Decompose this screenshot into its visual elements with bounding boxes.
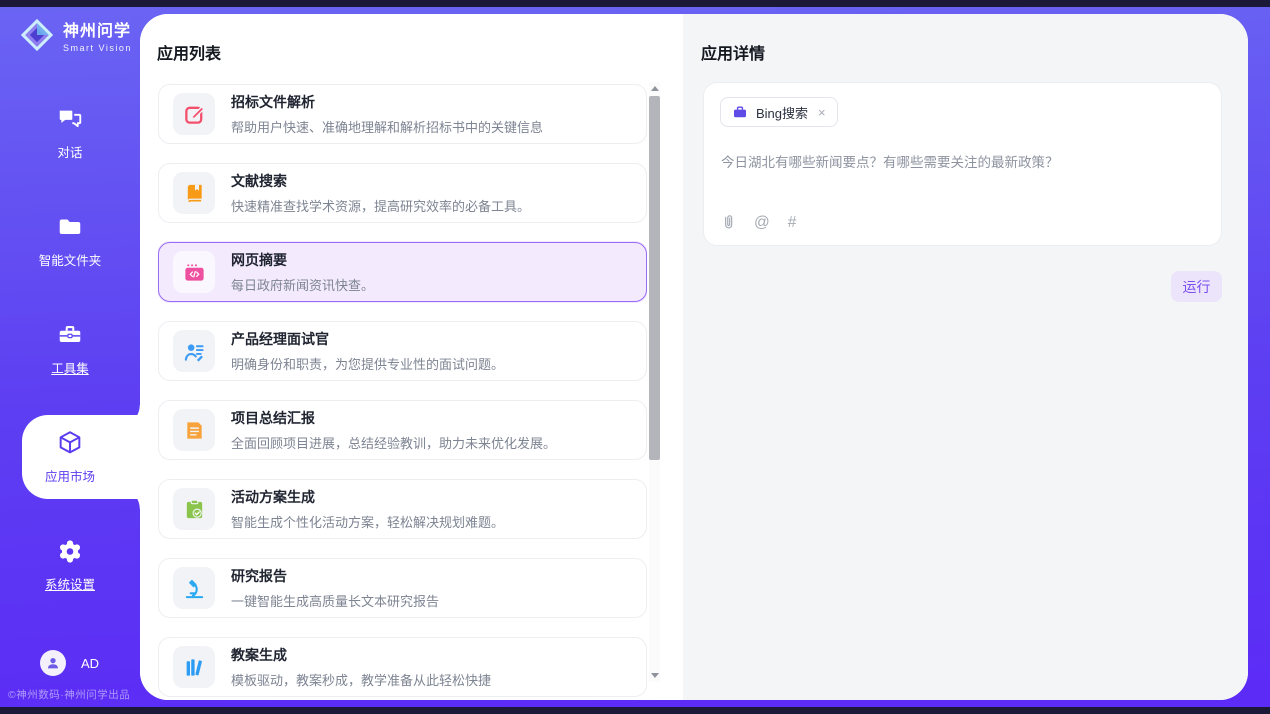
app-card-event-plan[interactable]: 活动方案生成 智能生成个性化活动方案，轻松解决规划难题。 [158, 479, 647, 539]
tag-close-icon[interactable]: × [816, 106, 826, 119]
sidebar-item-label: 工具集 [51, 358, 89, 377]
app-card-desc: 全面回顾项目进展，总结经验教训，助力未来优化发展。 [231, 433, 556, 452]
tool-tag-label: Bing搜索 [756, 103, 808, 122]
user-name: AD [81, 656, 99, 671]
app-card-desc: 快速精准查找学术资源，提高研究效率的必备工具。 [231, 196, 530, 215]
avatar [40, 650, 66, 676]
sidebar-item-chat[interactable]: 对话 [0, 79, 140, 187]
app-list-title: 应用列表 [157, 40, 221, 64]
run-button[interactable]: 运行 [1171, 271, 1222, 302]
paperclip-icon[interactable] [721, 214, 736, 232]
app-card-desc: 明确身份和职责，为您提供专业性的面试问题。 [231, 354, 504, 373]
chat-icon [56, 105, 84, 133]
clipboard-check-icon [173, 488, 215, 530]
cube-icon [56, 429, 84, 457]
briefcase-icon [732, 104, 748, 120]
app-card-web-summary[interactable]: 网页摘要 每日政府新闻资讯快查。 [158, 242, 647, 302]
book-icon [173, 172, 215, 214]
scroll-down-arrow-icon[interactable] [651, 673, 659, 678]
app-card-name: 研究报告 [231, 566, 439, 586]
brand-name: 神州问学 [63, 17, 132, 41]
user-account[interactable]: AD [40, 650, 99, 676]
browser-code-icon [173, 251, 215, 293]
sidebar-item-smart-folders[interactable]: 智能文件夹 [0, 187, 140, 295]
app-card-desc: 每日政府新闻资讯快查。 [231, 275, 374, 294]
app-card-list: 招标文件解析 帮助用户快速、准确地理解和解析招标书中的关键信息 文献搜索 快速精… [158, 84, 647, 700]
sidebar-item-label: 系统设置 [45, 574, 95, 593]
app-card-name: 活动方案生成 [231, 487, 504, 507]
gear-icon [56, 537, 84, 565]
mention-icon[interactable]: @ [754, 214, 770, 232]
app-list-pane: 应用列表 招标文件解析 帮助用户快速、准确地理解和解析招标书中的关键信息 [140, 14, 683, 700]
sidebar-item-toolset[interactable]: 工具集 [0, 295, 140, 403]
sidebar-item-label: 对话 [57, 142, 82, 161]
microscope-icon [173, 567, 215, 609]
app-card-pm-interviewer[interactable]: 产品经理面试官 明确身份和职责，为您提供专业性的面试问题。 [158, 321, 647, 381]
folder-icon [56, 213, 84, 241]
app-card-desc: 一键智能生成高质量长文本研究报告 [231, 591, 439, 610]
app-list-scrollbar[interactable] [649, 82, 660, 682]
app-card-desc: 帮助用户快速、准确地理解和解析招标书中的关键信息 [231, 117, 543, 136]
app-detail-title: 应用详情 [701, 40, 765, 64]
app-card-desc: 智能生成个性化活动方案，轻松解决规划难题。 [231, 512, 504, 531]
app-card-name: 教案生成 [231, 645, 491, 665]
app-card-lesson-plan[interactable]: 教案生成 模板驱动，教案秒成，教学准备从此轻松快捷 [158, 637, 647, 697]
sidebar-item-system-settings[interactable]: 系统设置 [0, 511, 140, 619]
sidebar-nav: 对话 智能文件夹 工具集 [0, 79, 140, 619]
sidebar-item-app-market[interactable]: 应用市场 [0, 403, 140, 511]
app-card-name: 网页摘要 [231, 250, 374, 270]
scrollbar-thumb[interactable] [649, 96, 660, 460]
brand-logo-icon [18, 16, 56, 54]
app-card-name: 产品经理面试官 [231, 329, 504, 349]
hash-icon[interactable]: # [788, 214, 797, 232]
composer-toolbar: @ # [721, 214, 796, 232]
note-icon [173, 409, 215, 451]
app-card-desc: 模板驱动，教案秒成，教学准备从此轻松快捷 [231, 670, 491, 689]
copyright: ©神州数码·神州问学出品 [8, 687, 130, 702]
brand: 神州问学 Smart Vision [18, 16, 132, 54]
sidebar: 神州问学 Smart Vision 对话 智能文件夹 [0, 7, 140, 707]
tool-tag-bing-search[interactable]: Bing搜索 × [720, 97, 838, 127]
app-card-name: 招标文件解析 [231, 92, 543, 112]
app-card-bid-document-parsing[interactable]: 招标文件解析 帮助用户快速、准确地理解和解析招标书中的关键信息 [158, 84, 647, 144]
sidebar-item-label: 应用市场 [45, 466, 95, 485]
books-icon [173, 646, 215, 688]
scroll-up-arrow-icon[interactable] [651, 86, 659, 91]
sidebar-item-label: 智能文件夹 [39, 250, 102, 269]
app-detail-pane: 应用详情 Bing搜索 × 今日湖北有哪些新闻要点？有哪些需要关注的最新政策？ [683, 14, 1248, 700]
query-text-input[interactable]: 今日湖北有哪些新闻要点？有哪些需要关注的最新政策？ [721, 153, 1205, 173]
app-card-research-report[interactable]: 研究报告 一键智能生成高质量长文本研究报告 [158, 558, 647, 618]
app-card-project-summary[interactable]: 项目总结汇报 全面回顾项目进展，总结经验教训，助力未来优化发展。 [158, 400, 647, 460]
pen-square-icon [173, 93, 215, 135]
app-card-name: 文献搜索 [231, 171, 530, 191]
person-doc-icon [173, 330, 215, 372]
query-composer[interactable]: Bing搜索 × 今日湖北有哪些新闻要点？有哪些需要关注的最新政策？ @ # [703, 82, 1222, 246]
app-card-name: 项目总结汇报 [231, 408, 556, 428]
main-panel: 应用列表 招标文件解析 帮助用户快速、准确地理解和解析招标书中的关键信息 [140, 14, 1248, 700]
brand-tagline: Smart Vision [63, 43, 132, 53]
app-card-literature-search[interactable]: 文献搜索 快速精准查找学术资源，提高研究效率的必备工具。 [158, 163, 647, 223]
toolbox-icon [56, 321, 84, 349]
